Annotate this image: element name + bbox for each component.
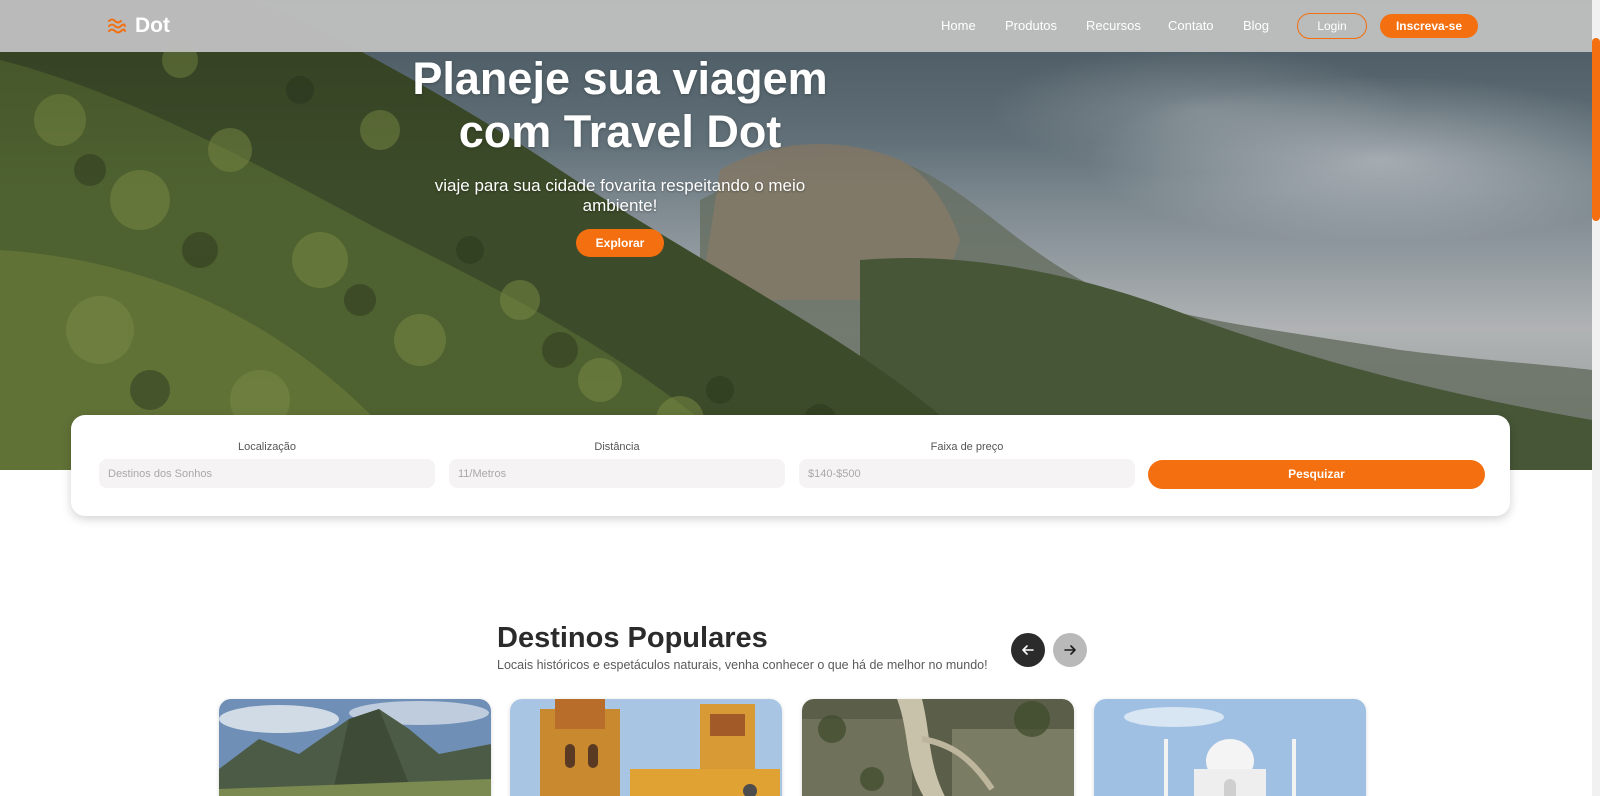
destination-card-taj-mahal[interactable] [1094, 699, 1366, 796]
destination-image [1094, 699, 1366, 796]
login-button[interactable]: Login [1297, 13, 1367, 39]
distance-field: Distância [449, 441, 785, 488]
page-scrollbar[interactable] [1592, 0, 1600, 796]
waves-icon [108, 18, 126, 34]
price-input[interactable] [799, 459, 1135, 488]
nav-link-blog[interactable]: Blog [1243, 18, 1269, 33]
price-label: Faixa de preço [930, 441, 1004, 453]
brand-name: Dot [135, 14, 170, 37]
search-button[interactable]: Pesquizar [1148, 460, 1485, 489]
navbar: Dot Home Produtos Recursos Contato Blog … [0, 0, 1592, 52]
location-input[interactable] [99, 459, 435, 488]
hero-title: Planeje sua viagem com Travel Dot [360, 52, 880, 158]
destination-card-angkor[interactable] [802, 699, 1074, 796]
carousel-prev-button[interactable] [1011, 633, 1045, 667]
popular-subtitle: Locais históricos e espetáculos naturais… [497, 658, 988, 672]
scrollbar-thumb[interactable] [1592, 38, 1600, 221]
explore-button[interactable]: Explorar [575, 229, 665, 257]
distance-label: Distância [594, 441, 640, 453]
nav-link-contato[interactable]: Contato [1168, 18, 1214, 33]
hero-banner: Planeje sua viagem com Travel Dot viaje … [0, 0, 1592, 470]
arrow-right-icon [1064, 645, 1076, 655]
destination-card-church[interactable] [510, 699, 782, 796]
price-field: Faixa de preço [799, 441, 1135, 488]
destination-card-machu-picchu[interactable] [219, 699, 491, 796]
arrow-left-icon [1022, 645, 1034, 655]
destination-image [219, 699, 491, 796]
nav-link-home[interactable]: Home [941, 18, 976, 33]
nav-link-produtos[interactable]: Produtos [1005, 18, 1057, 33]
hero-subtitle: viaje para sua cidade fovarita respeitan… [434, 176, 806, 215]
popular-title: Destinos Populares [497, 622, 768, 654]
search-panel: Localização Distância Faixa de preço Pes… [71, 415, 1510, 516]
destination-image [510, 699, 782, 796]
hero-copy: Planeje sua viagem com Travel Dot viaje … [360, 52, 880, 257]
hero-title-line2: com Travel Dot [458, 106, 782, 157]
hero-title-line1: Planeje sua viagem [412, 53, 828, 104]
location-label: Localização [237, 441, 297, 453]
distance-input[interactable] [449, 459, 785, 488]
signup-button[interactable]: Inscreva-se [1380, 14, 1478, 38]
carousel-next-button[interactable] [1053, 633, 1087, 667]
nav-link-recursos[interactable]: Recursos [1086, 18, 1141, 33]
destination-image [802, 699, 1074, 796]
brand-logo[interactable]: Dot [107, 14, 170, 38]
location-field: Localização [99, 441, 435, 488]
